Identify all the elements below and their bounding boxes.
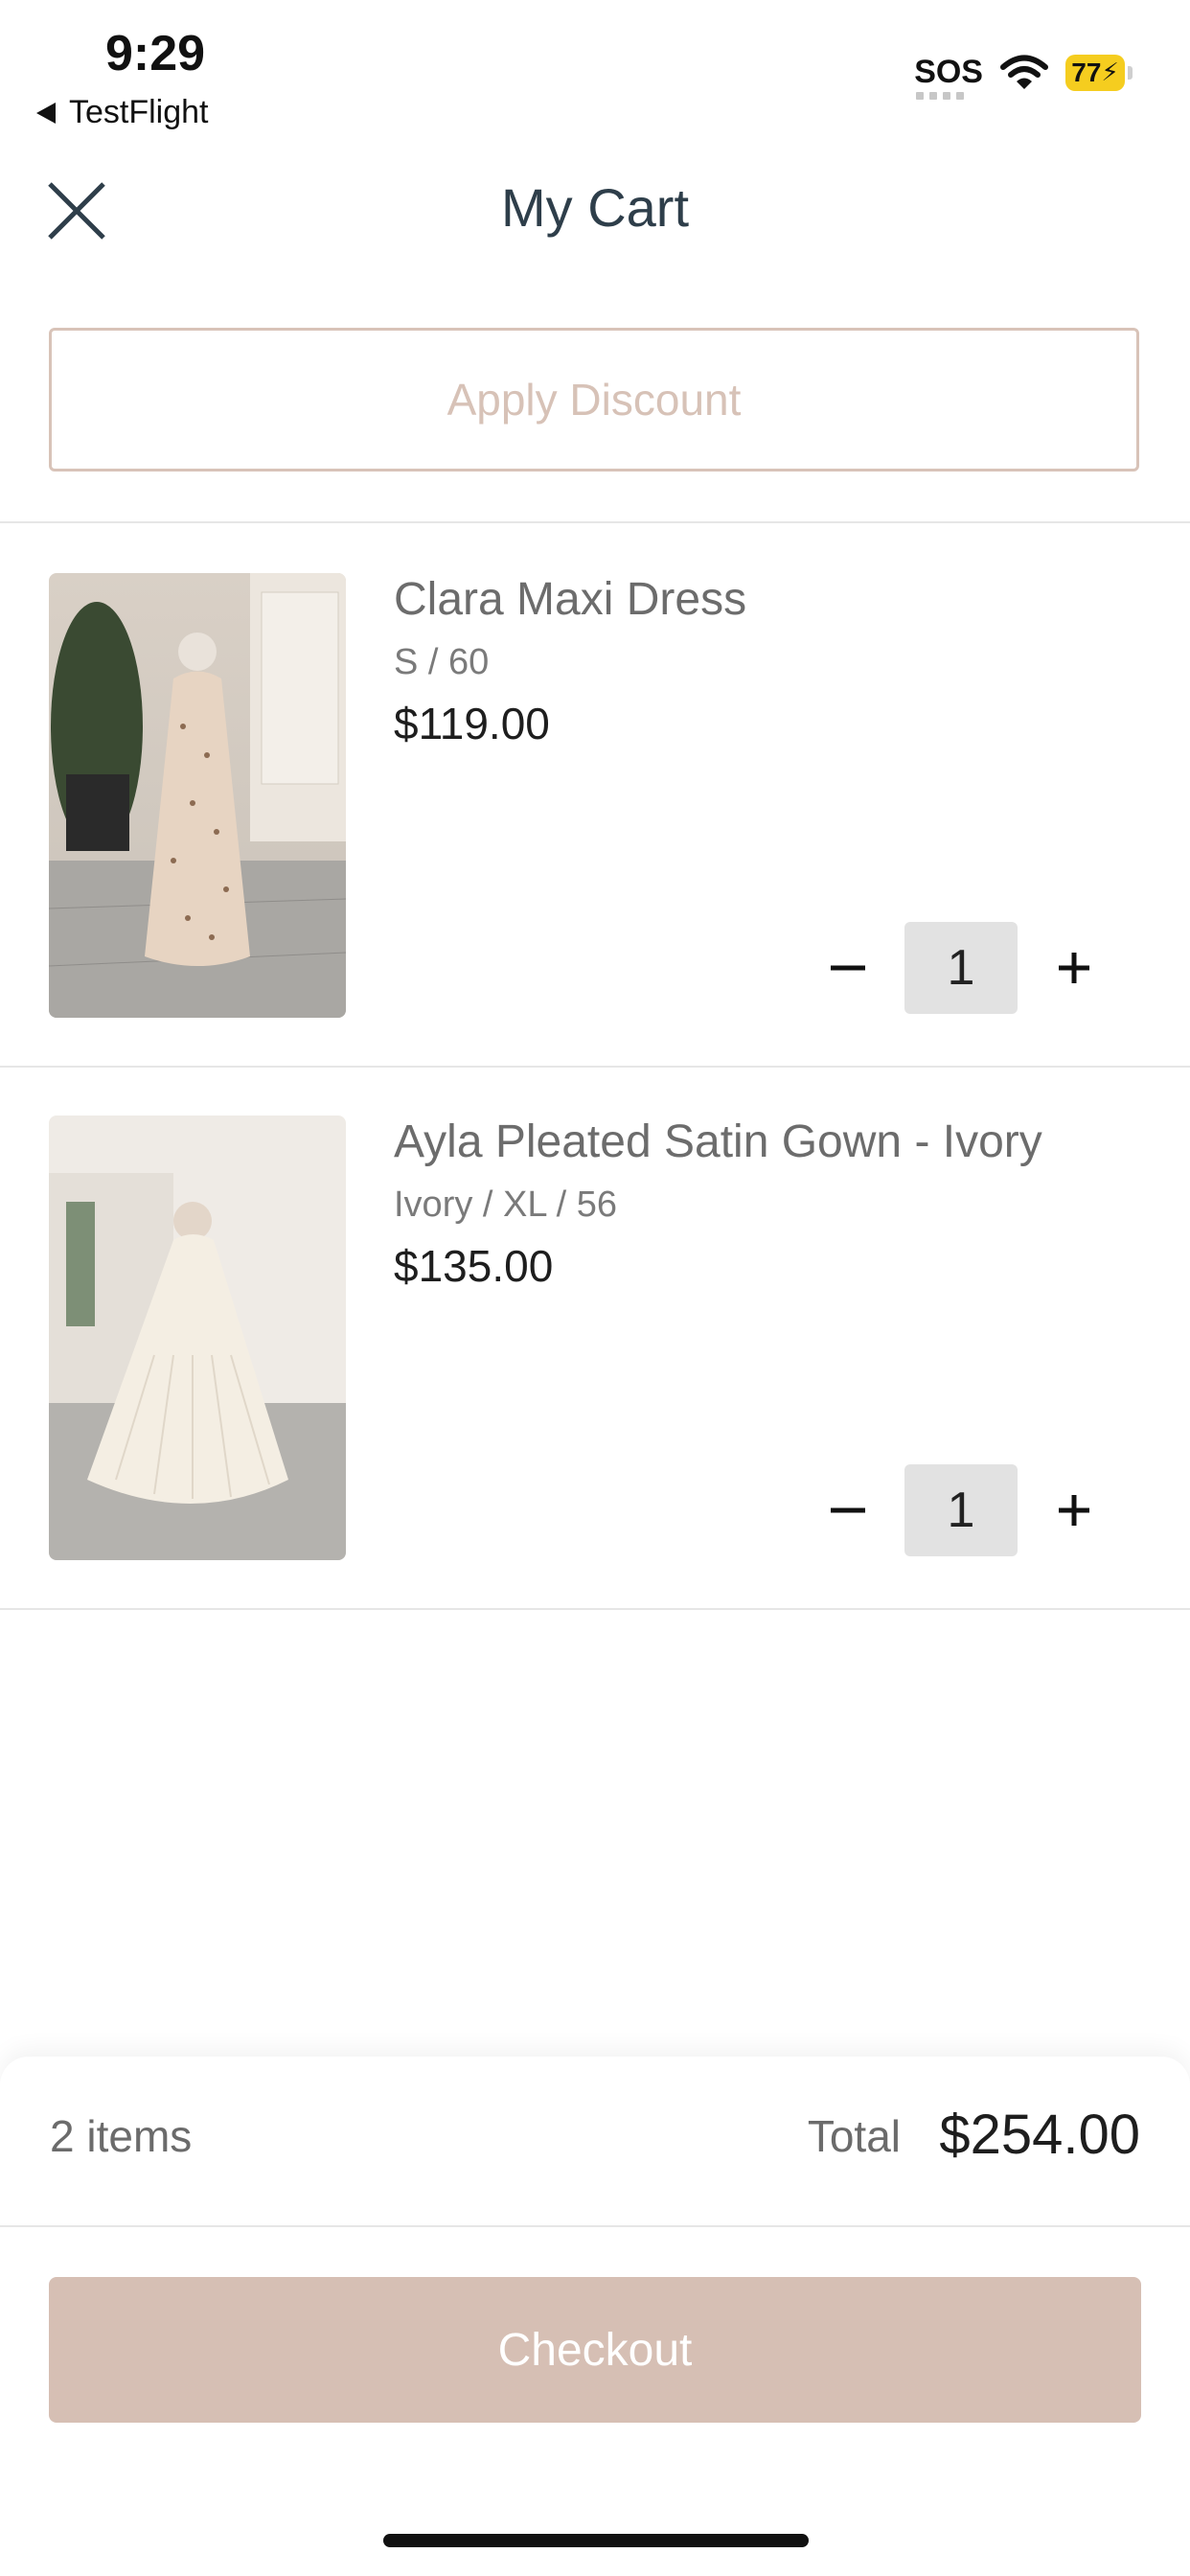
back-to-app-link[interactable]: TestFlight: [36, 94, 209, 131]
total-label: Total: [807, 2111, 901, 2161]
divider: [0, 1066, 1190, 1068]
product-price: $135.00: [394, 1241, 554, 1291]
signal-dots-icon: [916, 92, 965, 100]
total-value: $254.00: [939, 2104, 1140, 2166]
minus-icon: [831, 1507, 865, 1513]
quantity-stepper: 1: [814, 1464, 1108, 1556]
wifi-icon: [1000, 55, 1048, 89]
back-app-label: TestFlight: [69, 94, 209, 130]
product-image[interactable]: [49, 1116, 346, 1560]
increase-quantity-button[interactable]: [1041, 1464, 1108, 1556]
sos-indicator: SOS: [914, 54, 983, 100]
status-indicators: SOS 77 ⚡: [914, 54, 1133, 100]
product-variant: Ivory / XL / 56: [394, 1184, 618, 1225]
cart-item: Ayla Pleated Satin Gown - Ivory Ivory / …: [0, 1116, 1190, 1658]
divider: [0, 2225, 1190, 2227]
items-count: 2 items: [50, 2111, 193, 2161]
back-triangle-icon: [36, 102, 56, 124]
page-title: My Cart: [501, 177, 689, 238]
divider: [0, 521, 1190, 523]
quantity-value: 1: [904, 1464, 1018, 1556]
checkout-button[interactable]: Checkout: [49, 2277, 1141, 2423]
increase-quantity-button[interactable]: [1041, 922, 1108, 1014]
minus-icon: [831, 965, 865, 971]
product-name[interactable]: Ayla Pleated Satin Gown - Ivory: [394, 1116, 1042, 1168]
cart-item: Clara Maxi Dress S / 60 $119.00 1: [0, 573, 1190, 1116]
sos-label: SOS: [914, 54, 983, 90]
product-price: $119.00: [394, 699, 550, 748]
decrease-quantity-button[interactable]: [814, 922, 881, 1014]
cart-summary-panel: 2 items Total $254.00 Checkout: [0, 2057, 1190, 2576]
battery-level: 77: [1071, 57, 1102, 87]
plus-icon: [1059, 1495, 1089, 1526]
product-name[interactable]: Clara Maxi Dress: [394, 573, 746, 626]
product-image[interactable]: [49, 573, 346, 1018]
quantity-value: 1: [904, 922, 1018, 1014]
decrease-quantity-button[interactable]: [814, 1464, 881, 1556]
home-indicator[interactable]: [383, 2534, 809, 2547]
battery-icon: 77 ⚡: [1065, 54, 1133, 91]
apply-discount-button[interactable]: Apply Discount: [49, 328, 1139, 472]
plus-icon: [1059, 953, 1089, 983]
quantity-stepper: 1: [814, 922, 1108, 1014]
divider: [0, 1608, 1190, 1610]
status-time: 9:29: [105, 26, 206, 81]
product-variant: S / 60: [394, 642, 490, 682]
